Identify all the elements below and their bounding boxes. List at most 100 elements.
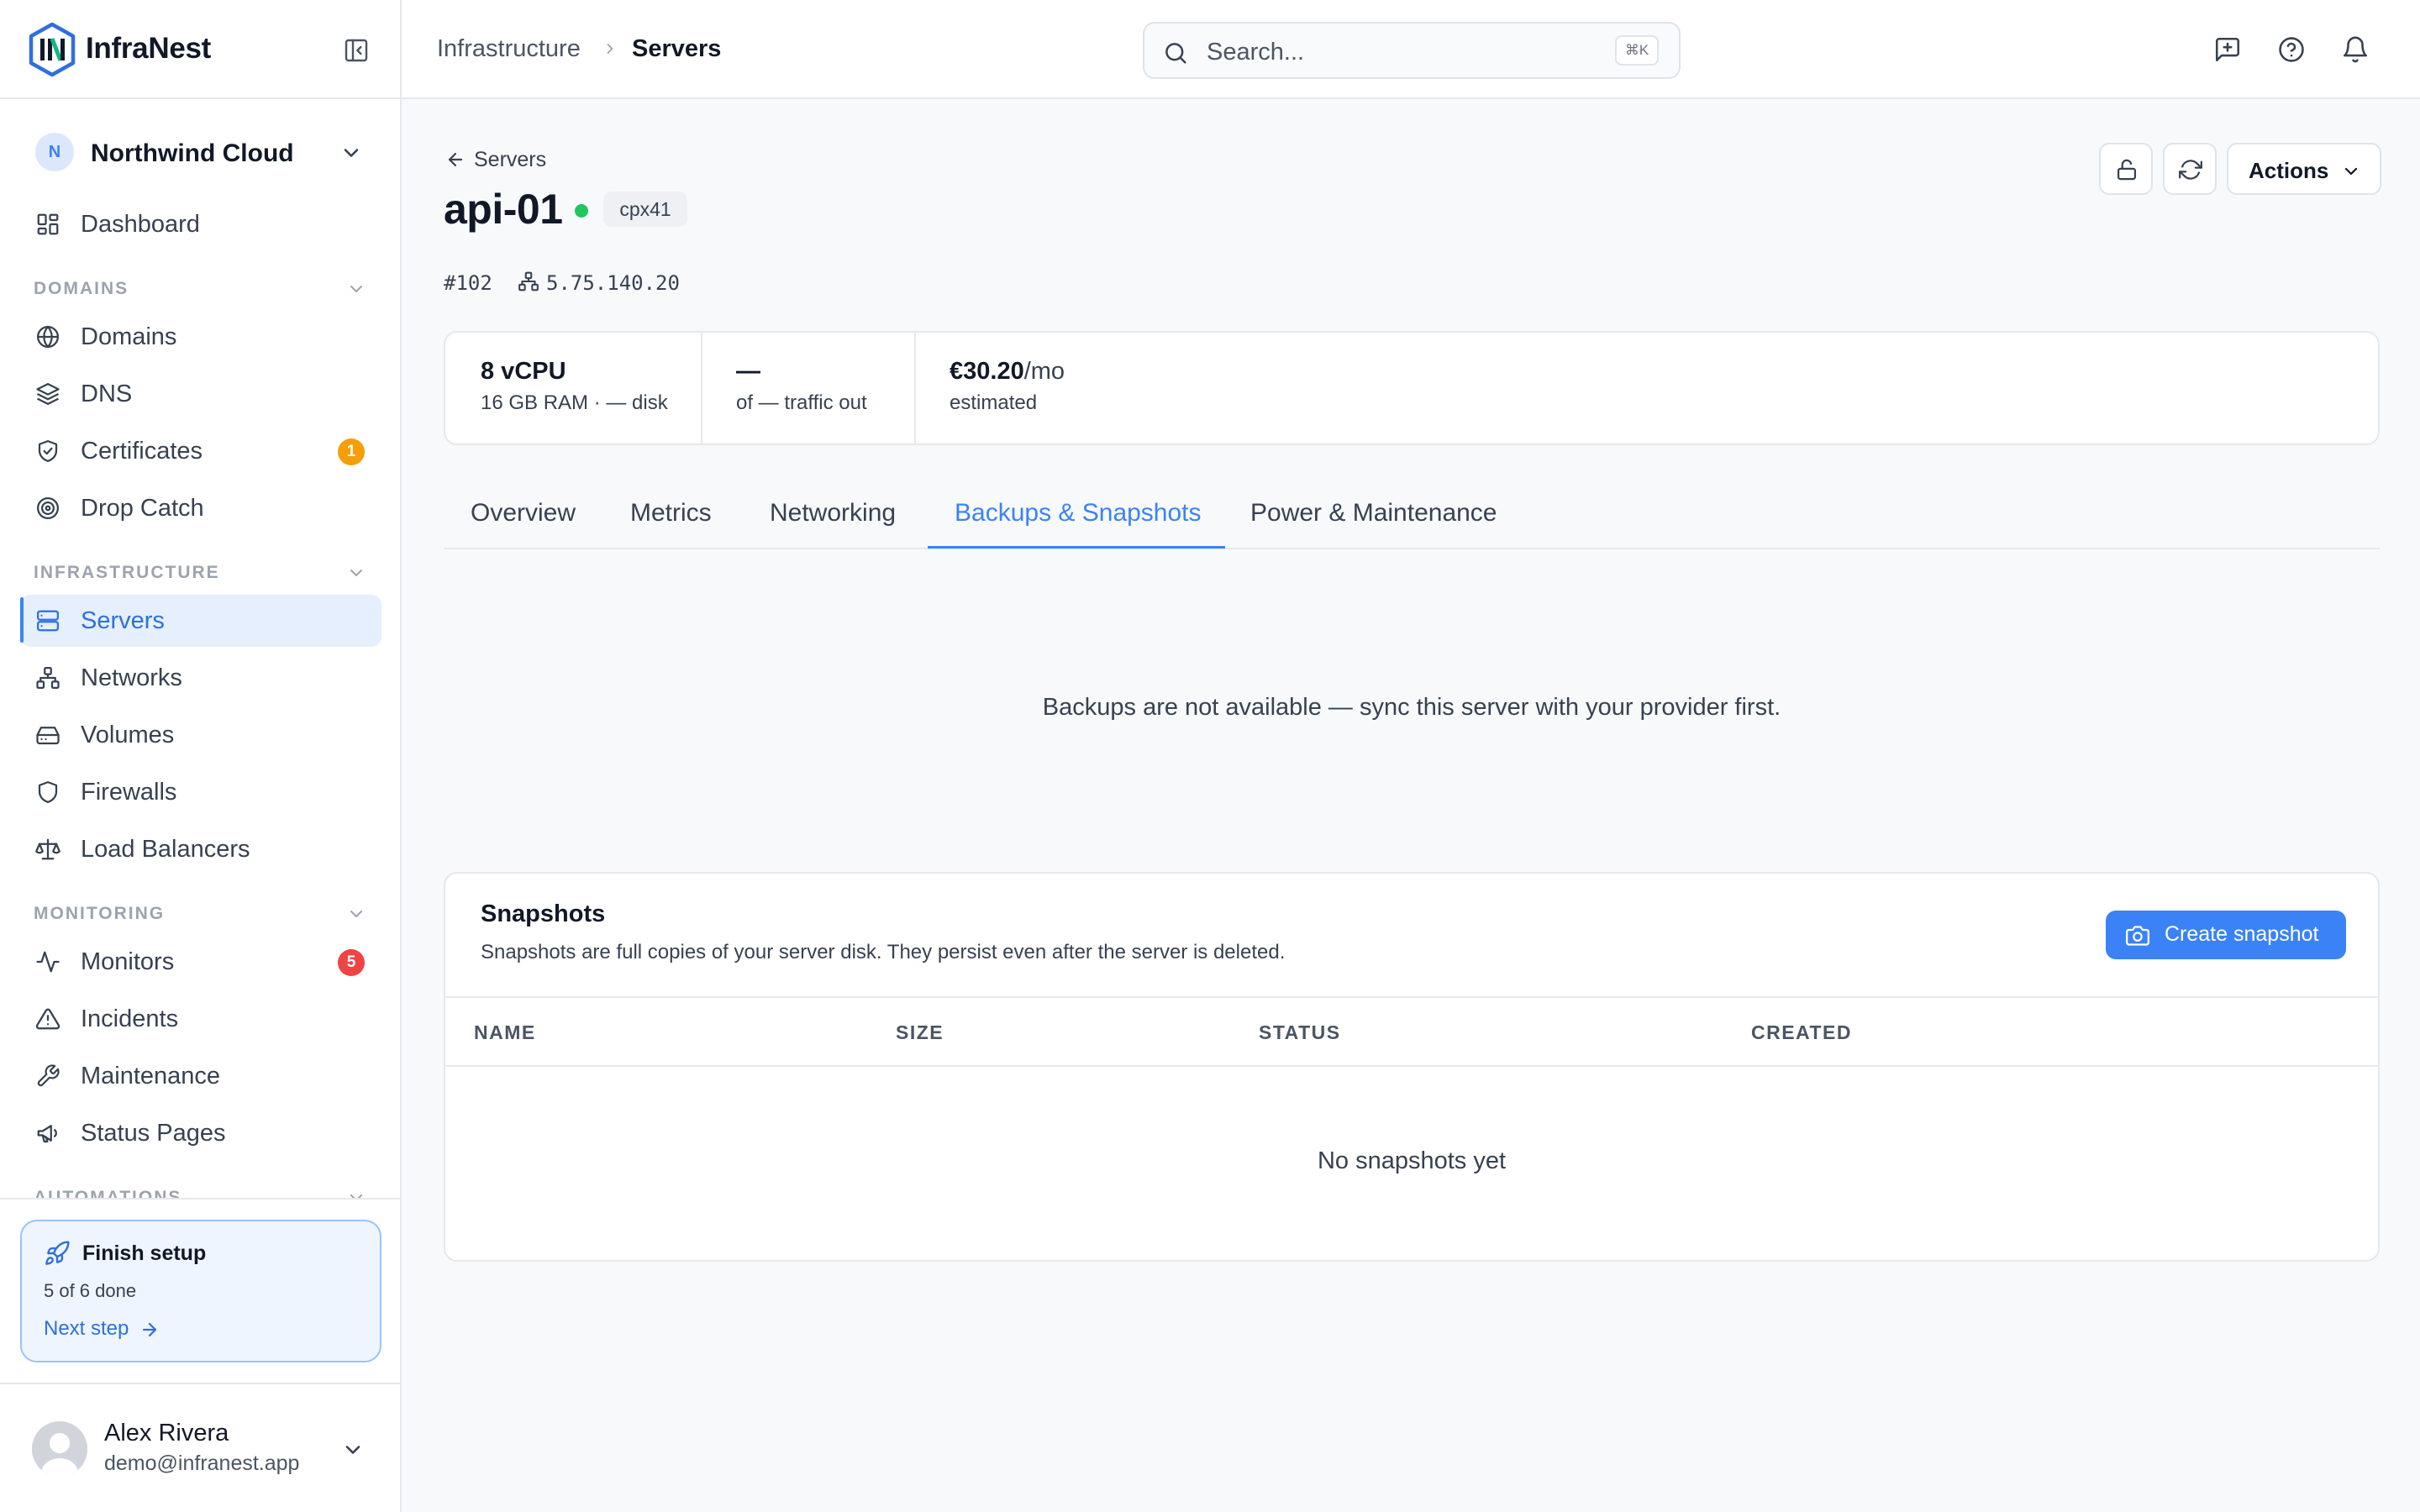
unlock-icon [2115,158,2139,181]
sidebar-divider [0,1198,400,1200]
sidebar-item-load-balancers[interactable]: Load Balancers [20,823,381,875]
snapshots-empty-state: No snapshots yet [1317,1147,1507,1174]
sidebar-item-volumes[interactable]: Volumes [20,709,381,761]
next-step-label: Next step [44,1317,129,1340]
back-link-label: Servers [474,148,547,171]
stat-traffic: — of — traffic out [701,333,914,444]
tab-backups-snapshots[interactable]: Backups & Snapshots [955,499,1202,528]
tab-overview[interactable]: Overview [471,499,576,528]
sidebar: InfraNest N Northwind Cloud Dashboard DO… [0,0,402,1512]
refresh-button[interactable] [2163,143,2217,195]
section-title-monitoring: MONITORING [34,904,166,923]
hard-drive-icon [35,722,60,748]
scale-icon [35,837,60,862]
section-collapse-icon[interactable] [346,904,366,924]
section-collapse-icon[interactable] [346,563,366,583]
page-title: api-01 [444,186,563,233]
network-icon [518,270,539,292]
sidebar-item-firewalls[interactable]: Firewalls [20,766,381,818]
chevron-down-icon [2341,161,2361,181]
rocket-icon [44,1240,71,1267]
server-id: #102 [444,271,492,295]
feedback-icon[interactable] [2213,35,2242,64]
sidebar-item-maintenance[interactable]: Maintenance [20,1050,381,1102]
sidebar-item-drop-catch[interactable]: Drop Catch [20,482,381,534]
sidebar-item-networks[interactable]: Networks [20,652,381,704]
bell-icon[interactable] [2341,35,2370,64]
sidebar-item-domains[interactable]: Domains [20,311,381,363]
arrow-left-icon [445,150,466,170]
layers-icon [35,381,60,407]
help-icon[interactable] [2277,35,2306,64]
chevron-down-icon [339,141,363,165]
user-name: Alex Rivera [104,1420,229,1446]
megaphone-icon [35,1121,60,1146]
automations-section-clip: AUTOMATIONS [0,1176,400,1200]
stat-subtext: 16 GB RAM · — disk [481,391,668,414]
column-header-name[interactable]: NAME [474,1021,536,1044]
avatar [32,1421,87,1477]
workspace-switcher[interactable]: N Northwind Cloud [35,133,371,171]
refresh-icon [2179,158,2202,181]
lock-button[interactable] [2099,143,2153,195]
setup-progress: 5 of 6 done [44,1280,137,1301]
sidebar-item-label: Monitors [81,948,175,975]
sidebar-item-servers[interactable]: Servers [20,595,381,647]
active-indicator [20,597,24,643]
chevron-down-icon [341,1438,365,1462]
sidebar-item-certificates[interactable]: Certificates 1 [20,425,381,477]
activity-icon [35,949,60,974]
chevron-right-icon [602,40,618,57]
breadcrumb-infrastructure[interactable]: Infrastructure [437,35,581,63]
sidebar-item-status-pages[interactable]: Status Pages [20,1107,381,1159]
server-ip[interactable]: 5.75.140.20 [546,271,680,295]
stat-value: 8 vCPU [481,358,566,385]
workspace-avatar: N [35,133,74,171]
stat-subtext: of — traffic out [736,391,867,414]
network-icon [35,665,60,690]
stat-cost: €30.20/mo estimated [914,333,2378,444]
next-step-link[interactable]: Next step [44,1317,160,1341]
section-collapse-icon[interactable] [346,279,366,299]
workspace-name: Northwind Cloud [91,139,294,167]
alert-triangle-icon [35,1006,60,1032]
create-snapshot-button[interactable]: Create snapshot [2106,911,2346,959]
wrench-icon [35,1063,60,1089]
column-header-created[interactable]: CREATED [1751,1021,1852,1044]
column-header-size[interactable]: SIZE [896,1021,944,1044]
sidebar-item-monitors[interactable]: Monitors 5 [20,936,381,988]
tab-metrics[interactable]: Metrics [630,499,712,528]
column-header-status[interactable]: STATUS [1259,1021,1341,1044]
sidebar-item-label: DNS [81,381,133,407]
arrow-right-icon [139,1320,160,1340]
snapshots-card: Snapshots Snapshots are full copies of y… [444,872,2380,1262]
status-indicator [575,204,588,218]
actions-label: Actions [2249,158,2329,183]
infranest-logo-icon[interactable] [27,22,77,77]
tab-power-maintenance[interactable]: Power & Maintenance [1250,499,1497,528]
shield-check-icon [35,438,60,464]
target-icon [35,496,60,521]
user-menu[interactable]: Alex Rivera demo@infranest.app [0,1383,400,1512]
snapshots-description: Snapshots are full copies of your server… [481,941,1286,963]
sidebar-item-label: Volumes [81,722,175,748]
search-input[interactable]: Search... ⌘K [1143,22,1681,79]
tab-networking[interactable]: Networking [770,499,896,528]
app-name: InfraNest [86,32,212,65]
sidebar-item-label: Certificates [81,438,203,465]
section-title-infrastructure: INFRASTRUCTURE [34,563,220,582]
finish-setup-card[interactable]: Finish setup 5 of 6 done Next step [20,1220,381,1362]
sidebar-item-dns[interactable]: DNS [20,368,381,420]
logo-row: InfraNest [0,0,400,99]
snapshots-title: Snapshots [481,900,606,927]
sidebar-item-label: Load Balancers [81,836,250,863]
sidebar-item-label: Domains [81,323,177,350]
sidebar-collapse-icon[interactable] [343,37,370,64]
sidebar-item-incidents[interactable]: Incidents [20,993,381,1045]
stat-value: — [736,358,760,385]
sidebar-item-dashboard[interactable]: Dashboard [20,198,381,250]
actions-dropdown-button[interactable]: Actions [2227,143,2381,195]
user-email: demo@infranest.app [104,1452,300,1475]
sidebar-item-label: Maintenance [81,1063,221,1089]
top-bar: Infrastructure Servers Search... ⌘K [402,0,2420,99]
